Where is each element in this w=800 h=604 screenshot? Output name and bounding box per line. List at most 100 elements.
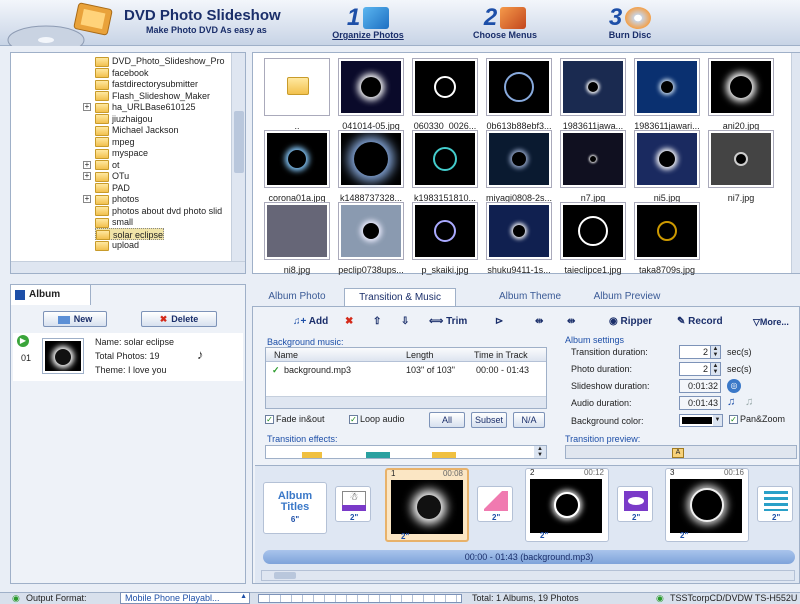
- photo-thumbnail[interactable]: [709, 59, 773, 115]
- move-down-button[interactable]: ⇩: [401, 313, 409, 331]
- slide-frame-1[interactable]: 1 00:08 2": [385, 468, 469, 542]
- transition-thumb[interactable]: 2": [757, 486, 793, 522]
- photo-thumbnail[interactable]: [339, 203, 403, 259]
- transition-thumb[interactable]: 2": [617, 486, 653, 522]
- tab-album-preview[interactable]: Album Preview: [588, 288, 666, 306]
- parent-folder-thumbnail[interactable]: [265, 59, 329, 115]
- trim-button[interactable]: ⟺ Trim: [429, 313, 467, 331]
- loop-checkbox[interactable]: ✓ Loop audio: [349, 414, 405, 425]
- storyboard-scrollbar[interactable]: [261, 570, 795, 581]
- photo-thumbnail[interactable]: [561, 131, 625, 187]
- tree-scroll-thumb[interactable]: [234, 111, 244, 173]
- tree-folder-item[interactable]: photos about dvd photo slid: [95, 205, 222, 217]
- tree-folder-item[interactable]: fastdirectorysubmitter: [95, 78, 198, 90]
- expand-icon[interactable]: +: [83, 172, 91, 180]
- storyboard[interactable]: Album Titles 6" ☃ 2" 1 00:08 2" 2" 2 00:…: [255, 465, 799, 583]
- chevron-down-icon[interactable]: ▲: [240, 593, 247, 600]
- col-name[interactable]: Name: [274, 348, 298, 362]
- effect-thumb[interactable]: [302, 452, 322, 458]
- tree-folder-item[interactable]: Flash_Slideshow_Maker: [95, 90, 210, 102]
- move-up-button[interactable]: ⇧: [373, 313, 381, 331]
- drive-name[interactable]: TSSTcorpCD/DVDW TS-H552U: [670, 593, 797, 603]
- step-choose-menus[interactable]: 2 Choose Menus: [455, 4, 555, 40]
- na-button[interactable]: N/A: [513, 412, 545, 428]
- expand-icon[interactable]: +: [83, 195, 91, 203]
- transition-duration-stepper[interactable]: 2 ▲ ▼: [679, 345, 721, 359]
- tab-album-theme[interactable]: Album Theme: [488, 288, 572, 306]
- split-right-button[interactable]: ⇹: [567, 313, 575, 331]
- folder-tree[interactable]: DVD_Photo_Slideshow_Pro facebook fastdirec…: [10, 52, 246, 274]
- ripper-button[interactable]: ◉ Ripper: [609, 313, 652, 331]
- tree-folder-item[interactable]: ha_URLBase610125: [95, 101, 196, 113]
- photo-thumbnail[interactable]: [487, 203, 551, 259]
- transition-thumb[interactable]: 2": [477, 486, 513, 522]
- split-left-button[interactable]: ⇹: [535, 313, 543, 331]
- fade-checkbox[interactable]: ✓ Fade in&out: [265, 414, 325, 425]
- photo-thumbnail[interactable]: [561, 59, 625, 115]
- photo-thumbnail[interactable]: [709, 131, 773, 187]
- photo-browser-scrollbar[interactable]: [791, 53, 800, 273]
- photo-thumbnail[interactable]: [413, 131, 477, 187]
- expand-icon[interactable]: +: [83, 160, 91, 169]
- step-organize-photos[interactable]: 1 Organize Photos: [318, 4, 418, 40]
- tree-folder-item[interactable]: facebook: [95, 67, 149, 79]
- photo-thumbnail[interactable]: [487, 131, 551, 187]
- photo-thumbnail[interactable]: [413, 203, 477, 259]
- tree-folder-item[interactable]: DVD_Photo_Slideshow_Pro: [95, 55, 225, 67]
- effects-scroll-icon[interactable]: ▲ ▼: [534, 446, 546, 458]
- tree-folder-item[interactable]: OTu: [95, 170, 129, 182]
- pan-zoom-checkbox[interactable]: ✓ Pan&Zoom: [729, 414, 785, 425]
- tree-folder-item[interactable]: photos: [95, 193, 139, 205]
- add-music-button[interactable]: ♫+ Add: [293, 313, 328, 331]
- tree-folder-item[interactable]: Michael Jackson: [95, 124, 179, 136]
- record-button[interactable]: ✎ Record: [677, 313, 723, 331]
- tree-folder-item[interactable]: solar eclipse: [95, 227, 165, 241]
- photo-thumbnail[interactable]: [413, 59, 477, 115]
- output-format-select[interactable]: Mobile Phone Playabl... ▲: [120, 592, 250, 604]
- tab-transition-music[interactable]: Transition & Music: [344, 288, 456, 306]
- tree-horizontal-scrollbar[interactable]: [11, 261, 245, 273]
- all-button[interactable]: All: [429, 412, 465, 428]
- background-color-picker[interactable]: ▼: [679, 414, 723, 427]
- slide-frame-2[interactable]: 2 00:12 2": [525, 468, 609, 542]
- photo-thumbnail[interactable]: [561, 203, 625, 259]
- tree-folder-item[interactable]: ot: [95, 159, 120, 171]
- audio-timeline[interactable]: 00:00 - 01:43 (background.mp3): [263, 550, 795, 564]
- tree-folder-item[interactable]: myspace: [95, 147, 148, 159]
- remove-music-button[interactable]: ✖: [345, 313, 353, 331]
- photo-browser[interactable]: .. 041014-05.jpg 060330_0026... 0b613b88ebf…: [252, 52, 800, 275]
- photo-thumbnail[interactable]: [265, 131, 329, 187]
- col-length[interactable]: Length: [406, 348, 434, 362]
- stepper-arrows-icon[interactable]: ▲ ▼: [710, 363, 720, 375]
- audio-edit-icon[interactable]: ♫: [727, 396, 735, 408]
- delete-album-button[interactable]: ✖ Delete: [141, 311, 217, 327]
- tree-vertical-scrollbar[interactable]: [231, 53, 245, 261]
- sync-icon[interactable]: ◎: [727, 379, 741, 393]
- tree-folder-item[interactable]: small: [95, 216, 133, 228]
- effect-thumb[interactable]: [366, 452, 390, 458]
- photo-thumbnail[interactable]: [487, 59, 551, 115]
- play-button[interactable]: ⊳: [495, 313, 503, 331]
- expand-icon[interactable]: +: [83, 103, 91, 111]
- play-album-icon[interactable]: ▶: [17, 335, 29, 347]
- photo-duration-stepper[interactable]: 2 ▲ ▼: [679, 362, 721, 376]
- col-time-in-track[interactable]: Time in Track: [474, 348, 528, 362]
- slide-frame-3[interactable]: 3 00:16 2": [665, 468, 749, 542]
- music-row[interactable]: ✓ background.mp3 103" of 103" 00:00 - 01…: [266, 364, 546, 377]
- photo-thumbnail[interactable]: [635, 203, 699, 259]
- tree-folder-item[interactable]: upload: [95, 239, 139, 251]
- tab-album-photo[interactable]: Album Photo: [254, 288, 340, 306]
- music-list[interactable]: Name Length Time in Track ✓ background.m…: [265, 347, 547, 409]
- photo-thumbnail[interactable]: [635, 59, 699, 115]
- new-album-button[interactable]: New: [43, 311, 107, 327]
- tree-folder-item[interactable]: PAD: [95, 182, 130, 194]
- photo-thumbnail[interactable]: [265, 203, 329, 259]
- more-button[interactable]: ▽More...: [753, 313, 789, 331]
- tree-folder-item[interactable]: mpeg: [95, 136, 135, 148]
- album-row[interactable]: ▶ 01 Name: solar eclipse Total Photos: 1…: [13, 333, 243, 381]
- storyboard-scroll-thumb[interactable]: [274, 572, 296, 579]
- effect-thumb[interactable]: [432, 452, 456, 458]
- stepper-arrows-icon[interactable]: ▲ ▼: [710, 346, 720, 358]
- chevron-down-icon[interactable]: ▼: [713, 415, 722, 426]
- transition-thumb[interactable]: ☃ 2": [335, 486, 371, 522]
